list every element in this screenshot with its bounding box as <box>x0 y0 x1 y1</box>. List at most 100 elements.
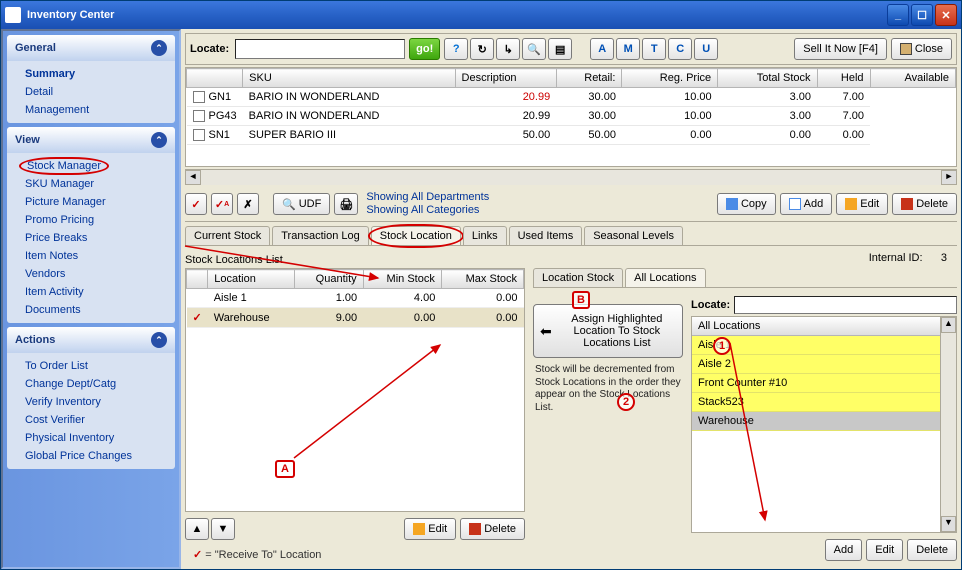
panel-header-actions[interactable]: Actions⌃ <box>7 327 175 353</box>
loclist-vscrollbar[interactable]: ▲ ▼ <box>940 317 956 532</box>
sidebar-item-to-order-list[interactable]: To Order List <box>7 357 175 375</box>
loclist-header: All Locations <box>692 317 940 336</box>
table-row[interactable]: PG43BARIO IN WONDERLAND20.9930.0010.003.… <box>187 107 956 126</box>
go-button[interactable]: go! <box>409 38 440 60</box>
udf-button[interactable]: 🔍 UDF <box>273 193 330 215</box>
report-button[interactable]: ▤ <box>548 38 572 60</box>
internal-id-value: 3 <box>941 252 947 264</box>
sidebar-item-promo-pricing[interactable]: Promo Pricing <box>7 211 175 229</box>
uncheck-button[interactable]: ✗ <box>237 193 259 215</box>
locate-input[interactable] <box>235 39 405 59</box>
sidebar-item-price-breaks[interactable]: Price Breaks <box>7 229 175 247</box>
tab-used-items[interactable]: Used Items <box>509 226 583 245</box>
letter-button-U[interactable]: U <box>694 38 718 60</box>
scroll-left-button[interactable]: ◄ <box>185 170 201 185</box>
sidebar-item-detail[interactable]: Detail <box>7 83 175 101</box>
scroll-up-button[interactable]: ▲ <box>941 317 956 333</box>
stockloc-row[interactable]: ✓Warehouse9.000.000.00 <box>187 308 524 328</box>
internal-id: Internal ID: 3 <box>533 252 957 268</box>
chevron-up-icon: ⌃ <box>151 132 167 148</box>
sidebar-item-change-dept-catg[interactable]: Change Dept/Catg <box>7 375 175 393</box>
stock-locations-title: Stock Locations List <box>185 252 525 268</box>
letter-button-T[interactable]: T <box>642 38 666 60</box>
stockloc-row[interactable]: Aisle 11.004.000.00 <box>187 289 524 308</box>
locpanel-locate-input[interactable] <box>734 296 957 314</box>
sidebar-item-management[interactable]: Management <box>7 101 175 119</box>
move-up-button[interactable]: ▲ <box>185 518 209 540</box>
loc-delete-button[interactable]: Delete <box>907 539 957 561</box>
sidebar-item-vendors[interactable]: Vendors <box>7 265 175 283</box>
sidebar-item-stock-manager[interactable]: Stock Manager <box>19 157 109 175</box>
sell-it-now-button[interactable]: Sell It Now [F4] <box>794 38 887 60</box>
scroll-down-button[interactable]: ▼ <box>941 516 956 532</box>
loclist-item[interactable]: Aisle 2 <box>692 355 940 374</box>
edit-button[interactable]: Edit <box>836 193 888 215</box>
subtab-location-stock[interactable]: Location Stock <box>533 268 623 287</box>
tab-links[interactable]: Links <box>463 226 507 245</box>
tab-stock-location[interactable]: Stock Location <box>371 226 461 245</box>
sidebar-item-physical-inventory[interactable]: Physical Inventory <box>7 429 175 447</box>
grid-hscrollbar[interactable]: ◄ ► <box>185 169 957 185</box>
add-icon <box>789 198 801 210</box>
tab-current-stock[interactable]: Current Stock <box>185 226 270 245</box>
assign-location-button[interactable]: ⬅ Assign Highlighted Location To Stock L… <box>533 304 683 358</box>
table-row[interactable]: GN1BARIO IN WONDERLAND20.9930.0010.003.0… <box>187 88 956 107</box>
refresh-button[interactable]: ↻ <box>470 38 494 60</box>
copy-button[interactable]: Copy <box>717 193 776 215</box>
loclist-item[interactable]: Warehouse <box>692 412 940 431</box>
close-window-button[interactable]: ✕ <box>935 4 957 26</box>
panel-header-view[interactable]: View⌃ <box>7 127 175 153</box>
sidebar-item-item-activity[interactable]: Item Activity <box>7 283 175 301</box>
delete-icon <box>901 198 913 210</box>
sidebar-item-documents[interactable]: Documents <box>7 301 175 319</box>
stock-locations-grid[interactable]: LocationQuantityMin StockMax StockAisle … <box>185 268 525 512</box>
loc-edit-button[interactable]: Edit <box>866 539 903 561</box>
binoculars-button[interactable]: 🔍 <box>522 38 546 60</box>
assign-arrow-icon: ⬅ <box>540 323 552 340</box>
inventory-grid[interactable]: SKUDescriptionRetail:Reg. PriceTotal Sto… <box>185 67 957 167</box>
loclist-item[interactable]: Front Counter #10 <box>692 374 940 393</box>
stock-locations-panel: Stock Locations List LocationQuantityMin… <box>185 252 525 561</box>
check-all-button[interactable]: ✓A <box>211 193 233 215</box>
sidebar-item-verify-inventory[interactable]: Verify Inventory <box>7 393 175 411</box>
stockloc-edit-button[interactable]: Edit <box>404 518 456 540</box>
maximize-button[interactable]: ☐ <box>911 4 933 26</box>
decrement-note: Stock will be decremented from Stock Loc… <box>533 358 683 420</box>
delete-label: Delete <box>916 198 948 210</box>
all-locations-list[interactable]: All LocationsAisle 1Aisle 2Front Counter… <box>691 316 957 533</box>
add-button[interactable]: Add <box>780 193 833 215</box>
loclist-item[interactable]: Aisle 1 <box>692 336 940 355</box>
stockloc-delete-button[interactable]: Delete <box>460 518 525 540</box>
stockloc-edit-label: Edit <box>428 523 447 535</box>
sidebar-item-global-price-changes[interactable]: Global Price Changes <box>7 447 175 465</box>
print-button[interactable]: 🖨 <box>334 193 358 215</box>
filter-bar: ✓ ✓A ✗ 🔍 UDF 🖨 Showing All Departments S… <box>185 187 957 222</box>
copy-label: Copy <box>741 198 767 210</box>
delete-button[interactable]: Delete <box>892 193 957 215</box>
content-area: Locate: go! ? ↻ ↳ 🔍 ▤ AMTCU Sell It Now … <box>181 29 961 569</box>
letter-button-C[interactable]: C <box>668 38 692 60</box>
move-down-button[interactable]: ▼ <box>211 518 235 540</box>
nav-button[interactable]: ↳ <box>496 38 520 60</box>
sidebar-item-summary[interactable]: Summary <box>7 65 175 83</box>
letter-button-A[interactable]: A <box>590 38 614 60</box>
loc-add-button[interactable]: Add <box>825 539 863 561</box>
loclist-item[interactable]: Stack523 <box>692 393 940 412</box>
panel-header-general[interactable]: General⌃ <box>7 35 175 61</box>
close-button[interactable]: Close <box>891 38 952 60</box>
legend-text: = "Receive To" Location <box>202 549 321 561</box>
sidebar-item-item-notes[interactable]: Item Notes <box>7 247 175 265</box>
sidebar-item-picture-manager[interactable]: Picture Manager <box>7 193 175 211</box>
tab-seasonal-levels[interactable]: Seasonal Levels <box>584 226 683 245</box>
subtab-all-locations[interactable]: All Locations <box>625 268 705 287</box>
minimize-button[interactable]: _ <box>887 4 909 26</box>
sidebar-item-cost-verifier[interactable]: Cost Verifier <box>7 411 175 429</box>
help-button[interactable]: ? <box>444 38 468 60</box>
scroll-right-button[interactable]: ► <box>941 170 957 185</box>
letter-button-M[interactable]: M <box>616 38 640 60</box>
tab-transaction-log[interactable]: Transaction Log <box>272 226 368 245</box>
check-button[interactable]: ✓ <box>185 193 207 215</box>
table-row[interactable]: SN1SUPER BARIO III50.0050.000.000.000.00 <box>187 126 956 145</box>
sidebar-item-sku-manager[interactable]: SKU Manager <box>7 175 175 193</box>
close-label: Close <box>915 43 943 55</box>
